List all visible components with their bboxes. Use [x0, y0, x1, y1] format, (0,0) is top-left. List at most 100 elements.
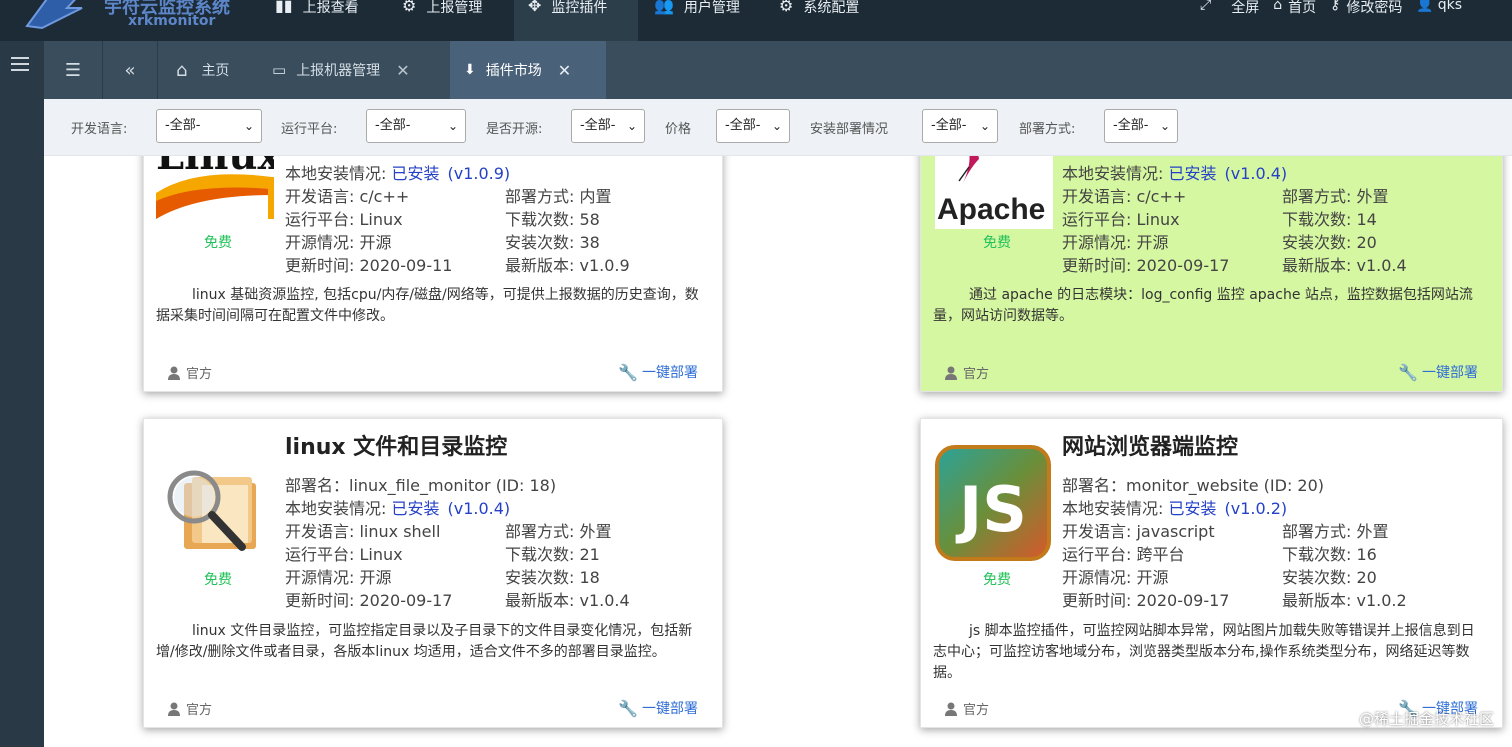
double-chevron-left-icon: «	[124, 59, 136, 81]
install-status: 本地安装情况: 已安装 (v1.0.2)	[1062, 499, 1288, 518]
filter-label-platform: 运行平台:	[281, 122, 338, 137]
watermark: @稀土掘金技术社区	[1358, 710, 1494, 728]
filter-select-platform[interactable]: -全部- ⌄	[366, 109, 466, 143]
filter-label-install: 安装部署情况	[810, 122, 889, 137]
close-icon[interactable]: ✕	[558, 61, 571, 80]
dev-language: 开发语言: linux shell	[285, 522, 441, 541]
nav-right-group: ⤢ 全屏 ⌂ 首页 ⚷ 修改密码 👤 qks	[1200, 0, 1462, 41]
deploy-mode: 部署方式: 外置	[1282, 187, 1389, 206]
wrench-icon: 🔧	[618, 362, 638, 382]
opensource-status: 开源情况: 开源	[1062, 568, 1169, 587]
download-count: 下载次数: 16	[1282, 545, 1377, 564]
user-icon: 👤	[1416, 0, 1434, 13]
install-status: 本地安装情况: 已安装 (v1.0.4)	[285, 499, 511, 518]
filter-select-lang[interactable]: -全部- ⌄	[156, 109, 262, 143]
chevron-down-icon: ⌄	[1159, 119, 1170, 133]
brand[interactable]: 宇符云监控系统 xrkmonitor	[0, 0, 260, 41]
deploy-mode: 部署方式: 外置	[1282, 522, 1389, 541]
plugin-card: 网站浏览器端监控 JS 部署名：monitor_website (ID: 20)…	[920, 418, 1503, 728]
author: 官方	[168, 363, 212, 382]
key-icon: ⚷	[1330, 0, 1341, 13]
change-password-link[interactable]: 修改密码	[1346, 0, 1402, 41]
author: 官方	[945, 363, 989, 382]
install-status: 本地安装情况: 已安装 (v1.0.9)	[285, 164, 511, 183]
wrench-icon: 🔧	[618, 698, 638, 718]
fullscreen-link[interactable]: 全屏	[1231, 0, 1259, 41]
fullscreen-icon[interactable]: ⤢	[1200, 0, 1211, 41]
linux-logo: Linux	[156, 156, 274, 229]
nav-item-system-config[interactable]: ⚙ 系统配置	[779, 0, 889, 41]
gears-icon: ⚙	[402, 0, 417, 15]
deploy-mode: 部署方式: 内置	[505, 187, 612, 206]
chevron-down-icon: ⌄	[626, 119, 637, 133]
update-time: 更新时间: 2020-09-17	[285, 591, 453, 610]
latest-version: 最新版本: v1.0.2	[1282, 591, 1407, 610]
latest-version: 最新版本: v1.0.4	[505, 591, 630, 610]
price-badge: 免费	[983, 572, 1011, 588]
install-count: 安装次数: 38	[505, 233, 600, 252]
left-sidebar	[0, 41, 44, 747]
chevron-down-icon: ⌄	[447, 119, 458, 133]
plugin-card: Linux 本地安装情况: 已安装(v1.0.9) 免费 开发语言: c/c++…	[143, 156, 723, 392]
run-platform: 运行平台: Linux	[285, 210, 403, 229]
monitor-icon: ▭	[272, 61, 287, 79]
user-menu[interactable]: qks	[1438, 0, 1462, 41]
folder-search-logo	[162, 457, 266, 559]
plugin-card: linux 文件和目录监控 部署名：linux_file_monitor (ID…	[143, 418, 723, 728]
nav-item-user-manage[interactable]: 👥 用户管理	[654, 0, 764, 41]
js-logo: JS	[935, 445, 1051, 561]
deploy-name: 部署名：monitor_website (ID: 20)	[1062, 476, 1325, 495]
tab-menu-toggle[interactable]: ☰	[44, 41, 102, 99]
tab-plugin-market[interactable]: ⬇ 插件市场 ✕	[450, 41, 606, 99]
download-count: 下载次数: 58	[505, 210, 600, 229]
user-icon	[168, 366, 180, 380]
nav-item-monitor-plugins[interactable]: ✥ 监控插件	[514, 0, 638, 41]
home-link[interactable]: 首页	[1288, 0, 1316, 41]
plugin-description: linux 文件目录监控，可监控指定目录以及子目录下的文件目录变化情况，包括新增…	[156, 623, 693, 660]
price-badge: 免费	[204, 235, 232, 251]
filter-label-deploy-mode: 部署方式:	[1019, 122, 1076, 137]
user-icon	[945, 366, 957, 380]
update-time: 更新时间: 2020-09-11	[285, 256, 453, 275]
apache-logo-text: Apache	[937, 193, 1045, 226]
plugin-card-highlighted: Apache 本地安装情况: 已安装 (v1.0.4) 免费 开发语言: c/c+…	[920, 156, 1503, 392]
list-icon: ☰	[64, 59, 82, 81]
close-icon[interactable]: ✕	[396, 61, 409, 80]
one-click-deploy-button[interactable]: 🔧 一键部署	[618, 362, 698, 382]
user-icon	[945, 702, 957, 716]
dev-language: 开发语言: c/c++	[1062, 187, 1187, 206]
users-icon: 👥	[654, 0, 674, 15]
filter-select-price[interactable]: -全部- ⌄	[716, 109, 790, 143]
brand-logo-icon	[25, 0, 83, 30]
opensource-status: 开源情况: 开源	[1062, 233, 1169, 252]
latest-version: 最新版本: v1.0.4	[1282, 256, 1407, 275]
tab-scroll-left[interactable]: «	[103, 41, 157, 99]
run-platform: 运行平台: 跨平台	[1062, 545, 1185, 564]
nav-item-report-view[interactable]: ▮▮ 上报查看	[275, 0, 385, 41]
gear-icon: ⚙	[779, 0, 794, 15]
one-click-deploy-button[interactable]: 🔧 一键部署	[618, 698, 698, 718]
update-time: 更新时间: 2020-09-17	[1062, 256, 1230, 275]
download-count: 下载次数: 21	[505, 545, 600, 564]
chevron-down-icon: ⌄	[979, 119, 990, 133]
one-click-deploy-button[interactable]: 🔧 一键部署	[1398, 362, 1478, 382]
chevron-down-icon: ⌄	[771, 119, 782, 133]
filter-select-opensource[interactable]: -全部- ⌄	[571, 109, 645, 143]
home-icon: ⌂	[176, 59, 188, 81]
tab-report-machines[interactable]: ▭ 上报机器管理 ✕	[272, 41, 410, 99]
update-time: 更新时间: 2020-09-17	[1062, 591, 1230, 610]
brand-subtitle: xrkmonitor	[128, 13, 216, 29]
filter-label-price: 价格	[665, 122, 692, 137]
tab-home[interactable]: ⌂ 主页	[176, 41, 229, 99]
filter-select-deploy-mode[interactable]: -全部- ⌄	[1104, 109, 1178, 143]
plugin-description: js 脚本监控插件，可监控网站脚本异常，网站图片加载失败等错误并上报信息到日志中…	[933, 623, 1475, 681]
run-platform: 运行平台: Linux	[285, 545, 403, 564]
price-badge: 免费	[983, 235, 1011, 251]
run-platform: 运行平台: Linux	[1062, 210, 1180, 229]
install-count: 安装次数: 18	[505, 568, 600, 587]
opensource-status: 开源情况: 开源	[285, 568, 392, 587]
nav-item-report-manage[interactable]: ⚙ 上报管理	[402, 0, 512, 41]
filter-select-install[interactable]: -全部- ⌄	[922, 109, 998, 143]
filter-label-lang: 开发语言:	[71, 122, 128, 137]
sidebar-menu-icon[interactable]	[11, 57, 29, 71]
